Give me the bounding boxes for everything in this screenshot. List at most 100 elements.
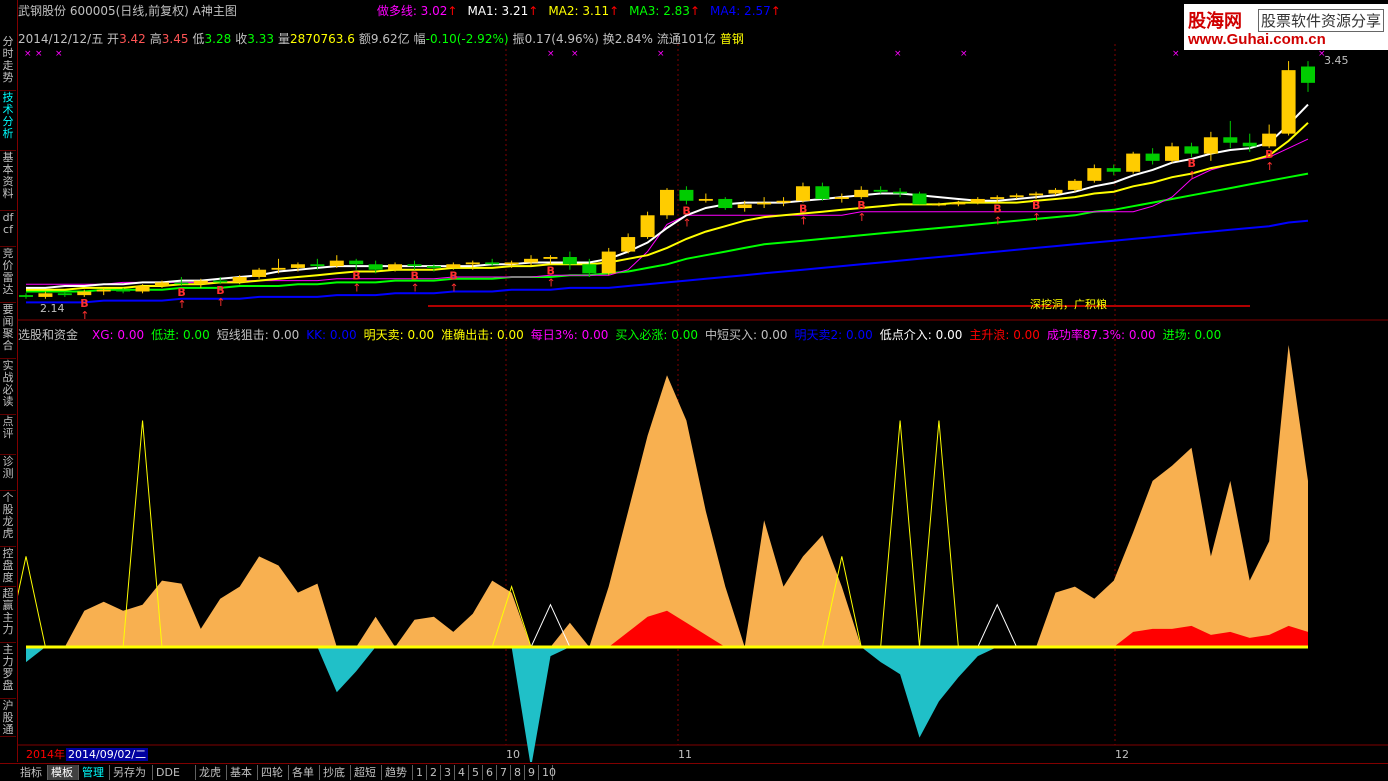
- ma-label-3: MA3: 2.83: [629, 4, 690, 18]
- candle-body: [854, 189, 869, 198]
- candle-body: [368, 264, 383, 270]
- bottom-tab-5[interactable]: 龙虎: [196, 765, 227, 780]
- candle-body: [582, 264, 597, 274]
- candle-body: [388, 264, 403, 270]
- marker-x: ×: [55, 49, 63, 59]
- amount-label: 额: [358, 32, 371, 46]
- chart-canvas[interactable]: × × × × × × × × × ×B↑B↑B↑B↑B↑B↑B↑B↑B↑B↑B↑B↑B↑B↑: [18, 0, 1388, 762]
- axis-month-12: 12: [1115, 748, 1129, 761]
- open-value: 3.42: [119, 32, 146, 46]
- sidebar-item-6[interactable]: 实战必读: [0, 358, 16, 415]
- candle-body: [19, 295, 33, 297]
- side-nav: 分时走势 技术分析 基本资料 dfcf 竞价雷达 要闻聚合 实战必读 点评 诊测 个股龙虎 控盘度超…: [0, 0, 18, 762]
- candle-body: [116, 289, 131, 292]
- candle-body: [970, 198, 985, 203]
- indicator-item-3: KK: 0.00: [306, 328, 357, 342]
- bottom-tab-1[interactable]: 模板: [48, 765, 79, 780]
- indicator-item-5: 准确出击: 0.00: [441, 328, 524, 342]
- candle-body: [524, 258, 539, 263]
- up-arrow-icon: ↑: [80, 309, 89, 322]
- bottom-tab-8[interactable]: 各单: [289, 765, 320, 780]
- bottom-tab-6[interactable]: 基本: [227, 765, 258, 780]
- candle-body: [174, 282, 189, 285]
- candle-body: [912, 193, 927, 205]
- indicator-item-4: 明天卖: 0.00: [363, 328, 435, 342]
- main-area: × × × × × × × × × × B ↑ B ↑ B ↑ B ↑ B ↑ B ↑ B ↑ B ↑ B ↑ B ↑ B ↑ B ↑ B ↑ B ↑ 武…: [18, 0, 1388, 762]
- bottom-tab-2[interactable]: 管理: [79, 765, 110, 780]
- candle-body: [1184, 146, 1199, 154]
- up-arrow-icon: ↑: [1032, 211, 1041, 224]
- bottom-tab-12[interactable]: 1: [413, 765, 427, 780]
- sidebar-item-4[interactable]: 竞价雷达: [0, 246, 16, 303]
- bottom-tab-11[interactable]: 趋势: [382, 765, 413, 780]
- logo-brand: 股海网: [1188, 11, 1242, 32]
- change-value: -0.10(-2.92%): [425, 32, 509, 46]
- candle-body: [96, 289, 111, 292]
- bottom-tab-7[interactable]: 四轮: [258, 765, 289, 780]
- bottom-tab-13[interactable]: 2: [427, 765, 441, 780]
- candle-body: [1203, 137, 1218, 154]
- candle-body: [776, 200, 791, 203]
- up-arrow-icon: ↑: [857, 211, 866, 224]
- candle-body: [1281, 70, 1296, 134]
- bottom-tab-0[interactable]: 指标: [17, 765, 48, 780]
- bottom-tab-17[interactable]: 6: [483, 765, 497, 780]
- ma-label-2: MA2: 3.11: [548, 4, 610, 18]
- float-value: 101亿: [680, 32, 716, 46]
- candle-body: [135, 286, 150, 292]
- sidebar-item-8[interactable]: 诊测: [0, 454, 16, 491]
- sidebar-item-12[interactable]: 主力罗盘: [0, 642, 16, 699]
- candle-body: [931, 204, 946, 206]
- bottom-tab-3[interactable]: 另存为: [110, 765, 153, 780]
- sidebar-item-2[interactable]: 基本资料: [0, 150, 16, 211]
- candle-body: [1067, 180, 1082, 190]
- amp-value: 0.17(4.96%): [524, 32, 599, 46]
- candle-body: [426, 266, 441, 268]
- bottom-tab-19[interactable]: 8: [511, 765, 525, 780]
- sidebar-item-11[interactable]: 超赢主力: [0, 586, 16, 643]
- sidebar-item-10[interactable]: 控盘度: [0, 546, 16, 587]
- candle-body: [465, 262, 480, 265]
- marker-x: ×: [657, 49, 665, 59]
- bottom-tab-4[interactable]: DDE: [153, 765, 196, 780]
- up-arrow-icon: ↑: [770, 4, 781, 18]
- indicator-name[interactable]: 选股和资金: [18, 328, 78, 342]
- candle-body: [834, 197, 849, 199]
- bottom-tab-10[interactable]: 超短: [351, 765, 382, 780]
- title-row: 武钢股份 600005(日线,前复权) A神主图 做多线: 3.02↑ MA1: 3…: [18, 4, 791, 18]
- turn-value: 2.84%: [614, 32, 653, 46]
- ma-labels: 做多线: 3.02↑ MA1: 3.21↑ MA2: 3.11↑ MA3: 2.83↑…: [377, 4, 791, 18]
- candle-body: [1165, 146, 1180, 161]
- bottom-tab-21[interactable]: 10: [539, 765, 556, 780]
- signal-spike: [880, 420, 921, 648]
- up-arrow-icon: ↑: [352, 282, 361, 295]
- sidebar-item-13[interactable]: 沪股通: [0, 698, 16, 737]
- sidebar-item-7[interactable]: 点评: [0, 414, 16, 455]
- bottom-tab-9[interactable]: 抄底: [320, 765, 351, 780]
- sidebar-item-9[interactable]: 个股龙虎: [0, 490, 16, 547]
- candle-body: [1145, 153, 1160, 161]
- candle-body: [1262, 133, 1277, 147]
- bottom-tab-16[interactable]: 5: [469, 765, 483, 780]
- candle-body: [446, 264, 461, 268]
- sidebar-item-3[interactable]: dfcf: [0, 210, 16, 247]
- bottom-tab-15[interactable]: 4: [455, 765, 469, 780]
- sidebar-item-1[interactable]: 技术分析: [0, 90, 16, 151]
- sidebar-item-0[interactable]: 分时走势: [0, 34, 16, 91]
- candle-body: [601, 251, 616, 274]
- candle-body: [213, 280, 228, 283]
- sidebar-item-5[interactable]: 要闻聚合: [0, 302, 16, 359]
- up-arrow-icon: ↑: [682, 216, 691, 229]
- indicator-item-10: 低点介入: 0.00: [879, 328, 963, 342]
- marker-x: ×: [894, 49, 902, 59]
- ma-label-1: MA1: 3.21: [467, 4, 529, 18]
- bottom-tab-20[interactable]: 9: [525, 765, 539, 780]
- bottom-tab-14[interactable]: 3: [441, 765, 455, 780]
- low-label: 低: [192, 32, 205, 46]
- turn-label: 换: [602, 32, 615, 46]
- banner-label: 深挖洞，广积粮: [1030, 298, 1107, 311]
- candle-body: [1242, 142, 1257, 147]
- close-value: 3.33: [247, 32, 274, 46]
- indicator-item-12: 成功率87.3%: 0.00: [1046, 328, 1156, 342]
- bottom-tab-18[interactable]: 7: [497, 765, 511, 780]
